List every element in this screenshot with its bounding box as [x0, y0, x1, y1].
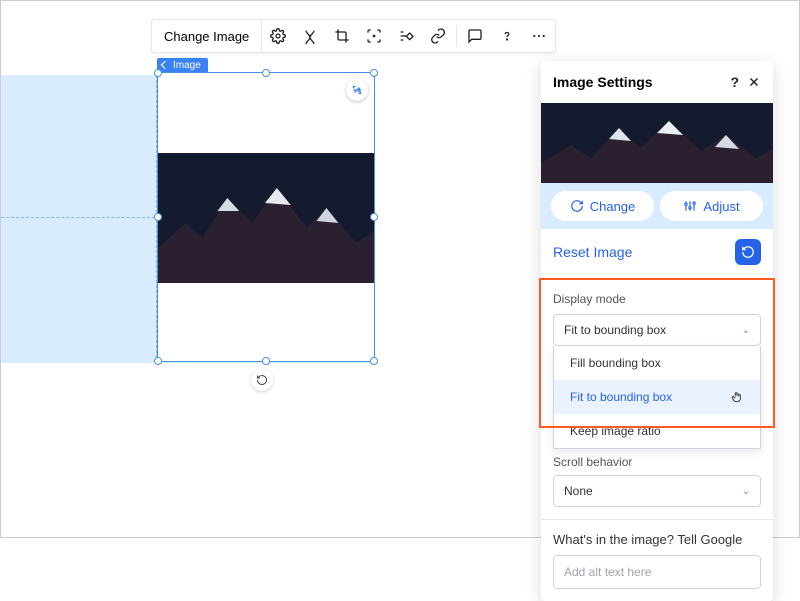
image-settings-panel: Image Settings ? Change Adjust Reset Ima… — [541, 61, 773, 601]
resize-handle[interactable] — [370, 357, 378, 365]
alt-text-label: What's in the image? Tell Google — [553, 532, 761, 547]
image-content — [158, 153, 374, 283]
alt-text-section: What's in the image? Tell Google — [541, 519, 773, 589]
resize-handle[interactable] — [262, 69, 270, 77]
expand-image-button[interactable] — [346, 79, 368, 101]
resize-handle[interactable] — [154, 357, 162, 365]
link-icon[interactable] — [422, 20, 454, 52]
focal-point-icon[interactable] — [358, 20, 390, 52]
scroll-behavior-label-truncated: Scroll behavior — [541, 451, 773, 475]
change-button[interactable]: Change — [551, 191, 654, 221]
image-preview — [541, 103, 773, 183]
scroll-behavior-value: None — [564, 484, 593, 498]
reset-image-link[interactable]: Reset Image — [553, 244, 632, 260]
display-mode-select[interactable]: Fit to bounding box ⌄ — [553, 314, 761, 346]
alt-text-input[interactable] — [553, 555, 761, 589]
resize-handle[interactable] — [154, 69, 162, 77]
cursor-icon — [730, 390, 744, 404]
panel-help-icon[interactable]: ? — [730, 74, 739, 90]
scroll-behavior-select[interactable]: None ⌄ — [553, 475, 761, 507]
toolbar-separator — [456, 25, 457, 47]
more-icon[interactable] — [523, 20, 555, 52]
chevron-down-icon: ⌄ — [742, 486, 750, 497]
chevron-down-icon: ⌄ — [742, 325, 750, 336]
panel-header: Image Settings ? — [541, 61, 773, 103]
change-image-button[interactable]: Change Image — [152, 20, 262, 52]
selection-badge[interactable]: Image — [157, 58, 208, 73]
display-mode-selected-value: Fit to bounding box — [564, 323, 666, 337]
image-action-row: Change Adjust — [541, 183, 773, 229]
editor-toolbar: Change Image — [151, 19, 556, 53]
crop-icon[interactable] — [326, 20, 358, 52]
comment-icon[interactable] — [459, 20, 491, 52]
reset-undo-button[interactable] — [735, 239, 761, 265]
resize-handle[interactable] — [154, 213, 162, 221]
change-button-label: Change — [590, 199, 636, 214]
display-mode-dropdown: Fill bounding box Fit to bounding box Ke… — [553, 346, 761, 449]
display-mode-option[interactable]: Fill bounding box — [554, 346, 760, 380]
adjust-button-label: Adjust — [703, 199, 739, 214]
display-mode-label: Display mode — [553, 292, 761, 306]
display-mode-section: Display mode Fit to bounding box ⌄ Fill … — [541, 280, 773, 449]
display-mode-option[interactable]: Keep image ratio — [554, 414, 760, 448]
resize-handle[interactable] — [370, 69, 378, 77]
help-icon[interactable] — [491, 20, 523, 52]
display-mode-option-label: Fit to bounding box — [570, 390, 672, 404]
reset-row: Reset Image — [541, 229, 773, 280]
resize-handle[interactable] — [262, 357, 270, 365]
panel-close-icon[interactable] — [747, 75, 761, 89]
adjust-button[interactable]: Adjust — [660, 191, 763, 221]
filters-icon[interactable] — [294, 20, 326, 52]
animation-icon[interactable] — [390, 20, 422, 52]
resize-handle[interactable] — [370, 213, 378, 221]
display-mode-option-selected[interactable]: Fit to bounding box — [554, 380, 760, 414]
undo-floating-button[interactable] — [251, 369, 273, 391]
scroll-behavior-section: None ⌄ — [541, 475, 773, 507]
image-selection-frame[interactable] — [157, 72, 375, 362]
panel-title: Image Settings — [553, 74, 653, 90]
settings-icon[interactable] — [262, 20, 294, 52]
